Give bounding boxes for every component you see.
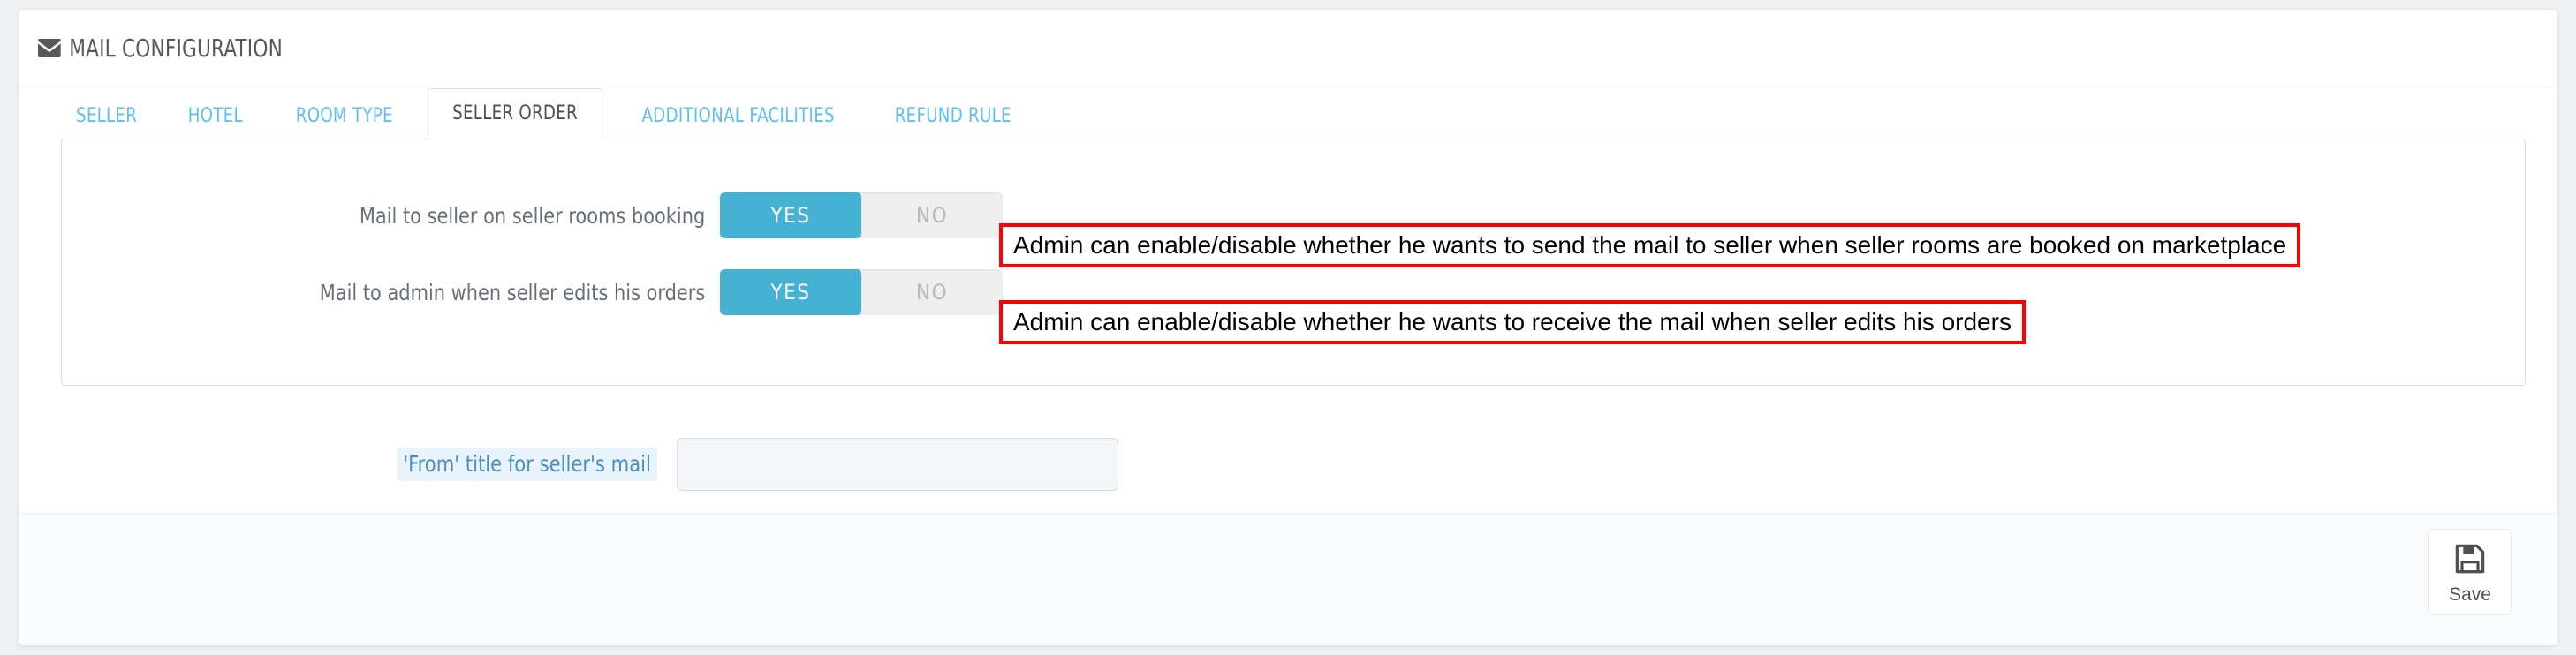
- tab-seller[interactable]: SELLER: [55, 94, 158, 139]
- toggle-mail-to-admin[interactable]: YES NO: [720, 269, 1003, 315]
- from-title-input[interactable]: [677, 438, 1118, 491]
- annotation-mail-to-admin: Admin can enable/disable whether he want…: [999, 300, 2026, 344]
- annotation-text: Admin can enable/disable whether he want…: [1013, 231, 2287, 259]
- tab-refund-rule[interactable]: REFUND RULE: [874, 94, 1033, 139]
- tab-additional-facilities[interactable]: ADDITIONAL FACILITIES: [621, 94, 856, 139]
- save-button[interactable]: Save: [2428, 529, 2512, 615]
- label-from-title-text: 'From' title for seller's mail: [398, 448, 657, 481]
- label-mail-to-admin: Mail to admin when seller edits his orde…: [319, 279, 706, 305]
- toggle-no-option[interactable]: NO: [861, 192, 1003, 238]
- page-title: MAIL CONFIGURATION: [38, 34, 283, 63]
- card-footer: Save: [19, 513, 2557, 645]
- toggle-yes-option[interactable]: YES: [720, 192, 861, 238]
- annotation-text: Admin can enable/disable whether he want…: [1013, 308, 2012, 335]
- tabs-wrap: SELLER HOTEL ROOM TYPE SELLER ORDER ADDI…: [19, 87, 2557, 139]
- card-header: MAIL CONFIGURATION: [19, 10, 2557, 87]
- toggle-mail-to-seller[interactable]: YES NO: [720, 192, 1003, 238]
- save-button-label: Save: [2449, 583, 2491, 605]
- annotation-mail-to-seller: Admin can enable/disable whether he want…: [999, 223, 2301, 267]
- label-mail-to-seller: Mail to seller on seller rooms booking: [359, 202, 706, 229]
- envelope-icon: [38, 39, 61, 57]
- floppy-disk-icon: [2452, 541, 2488, 581]
- tab-seller-order[interactable]: SELLER ORDER: [427, 88, 603, 139]
- tab-room-type[interactable]: ROOM TYPE: [275, 94, 414, 139]
- toggle-no-option[interactable]: NO: [861, 269, 1003, 315]
- toggle-yes-option[interactable]: YES: [720, 269, 861, 315]
- tab-hotel[interactable]: HOTEL: [167, 94, 264, 139]
- page-title-text: MAIL CONFIGURATION: [69, 34, 283, 63]
- form-row-from-title: 'From' title for seller's mail: [19, 438, 1118, 491]
- mail-configuration-card: MAIL CONFIGURATION SELLER HOTEL ROOM TYP…: [18, 9, 2558, 646]
- tab-list: SELLER HOTEL ROOM TYPE SELLER ORDER ADDI…: [50, 87, 2557, 139]
- label-from-title: 'From' title for seller's mail: [19, 448, 677, 481]
